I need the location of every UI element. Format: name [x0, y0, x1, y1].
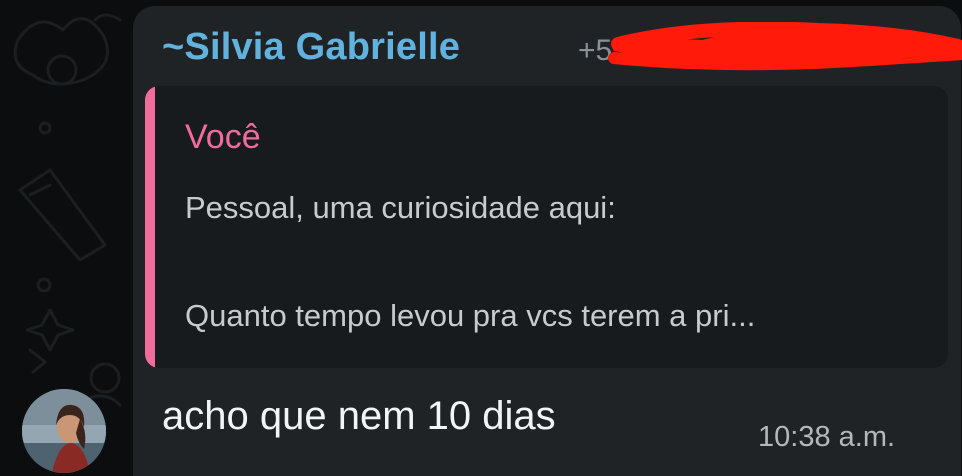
sender-row: ~ Silvia Gabrielle — [162, 22, 460, 72]
quote-author: Você — [185, 118, 261, 156]
quote-text-line-2: Quanto tempo levou pra vcs terem a pri..… — [185, 298, 756, 333]
sender-name[interactable]: Silvia Gabrielle — [184, 26, 460, 69]
sender-prefix: ~ — [162, 25, 185, 68]
quote-accent-bar — [145, 86, 155, 368]
quote-text-line-1: Pessoal, uma curiosidade aqui: — [185, 190, 616, 225]
message-timestamp: 10:38 a.m. — [758, 421, 896, 453]
sender-phone: +55 — [578, 34, 629, 67]
reply-quote[interactable]: Você Pessoal, uma curiosidade aqui: Quan… — [145, 86, 948, 368]
avatar[interactable] — [22, 389, 106, 473]
message-text: acho que nem 10 dias — [162, 394, 556, 438]
user-avatar-photo-icon — [22, 389, 106, 473]
